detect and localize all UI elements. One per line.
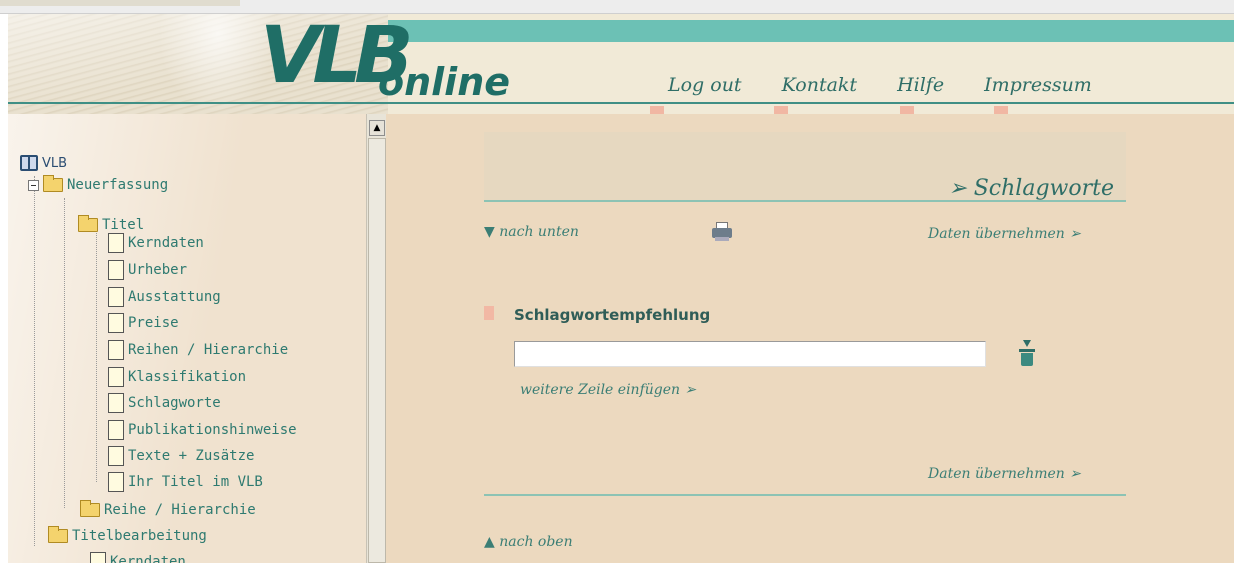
tree-item-label: Titelbearbeitung: [72, 528, 207, 544]
document-icon: [108, 287, 124, 307]
document-icon: [108, 340, 124, 360]
tree-item-klassifikation[interactable]: Klassifikation: [108, 366, 246, 388]
tree-item-label: Titel: [102, 217, 145, 233]
schlagwort-input[interactable]: [514, 341, 986, 367]
header: VLB online Log out Kontakt Hilfe Impress…: [8, 14, 1234, 114]
folder-icon: [80, 500, 100, 517]
top-tab: [0, 0, 240, 6]
document-icon: [108, 260, 124, 280]
printer-icon[interactable]: [710, 222, 734, 242]
tree-item-label: Kerndaten: [128, 235, 204, 251]
navigation-tree: VLB Neuerfassung Titel Kerndaten Urheber…: [8, 114, 366, 563]
nav-kontakt[interactable]: Kontakt: [782, 70, 857, 100]
tree-item-vlb[interactable]: VLB: [20, 152, 67, 174]
tree-item-label: Texte + Zusätze: [128, 448, 255, 464]
tree-item-label: Urheber: [128, 262, 188, 278]
scroll-up-arrow-icon[interactable]: ▲: [369, 120, 385, 136]
nav-marker: [774, 106, 788, 114]
daten-uebernehmen-bottom-link[interactable]: Daten übernehmen ➢: [928, 466, 1081, 482]
collapse-icon[interactable]: [28, 179, 39, 191]
tree-item-label: Ihr Titel im VLB: [128, 474, 263, 490]
tree-line: [34, 176, 35, 546]
section-header: ➢ Schlagworte: [484, 132, 1126, 202]
tree-item-label: Reihen / Hierarchie: [128, 342, 289, 358]
trash-arrow: [1023, 340, 1031, 347]
nach-oben-label: nach oben: [499, 534, 573, 550]
tree-item-label: Klassifikation: [128, 369, 247, 385]
trash-icon[interactable]: [1018, 340, 1036, 368]
arrow-up-icon: ▲: [484, 534, 495, 550]
tree-item-texte-zusaetze[interactable]: Texte + Zusätze: [108, 445, 254, 467]
folder-icon: [43, 175, 63, 192]
section-rule-top: [484, 200, 1126, 202]
tree-scrollbar[interactable]: ▲: [366, 114, 386, 563]
folder-icon: [48, 526, 68, 543]
tree-item-label: VLB: [42, 155, 68, 171]
tree-item-label: Reihe / Hierarchie: [104, 502, 256, 518]
document-icon: [108, 313, 124, 333]
folder-icon: [78, 215, 98, 232]
nav-marker: [994, 106, 1008, 114]
scroll-thumb[interactable]: [368, 138, 386, 563]
app-window: VLB online Log out Kontakt Hilfe Impress…: [0, 0, 1234, 563]
top-strip: [0, 0, 1234, 14]
tree-line: [64, 198, 65, 508]
tree-line: [96, 222, 97, 482]
tree-item-titelbearbeitung[interactable]: Titelbearbeitung: [48, 525, 207, 547]
tree-item-kerndaten-2[interactable]: Kerndaten: [90, 551, 186, 563]
document-icon: [108, 472, 124, 492]
tree-item-schlagworte[interactable]: Schlagworte: [108, 392, 221, 414]
tree-item-neuerfassung[interactable]: Neuerfassung: [28, 174, 168, 196]
field-marker: [484, 306, 494, 320]
tree-item-label: Kerndaten: [110, 554, 186, 563]
tree-item-label: Publikationshinweise: [128, 422, 297, 438]
book-icon: [20, 155, 38, 171]
tree-item-preise[interactable]: Preise: [108, 312, 179, 334]
nav-impressum[interactable]: Impressum: [984, 70, 1092, 100]
vlb-online-logo[interactable]: VLB online: [260, 16, 530, 112]
main-content: ➢ Schlagworte ▼ nach unten Daten überneh…: [386, 114, 1234, 563]
tree-item-publikationshinweise[interactable]: Publikationshinweise: [108, 419, 297, 441]
tree-item-reihen-hierarchie[interactable]: Reihen / Hierarchie: [108, 339, 288, 361]
tree-item-label: Ausstattung: [128, 289, 221, 305]
nav-marker: [650, 106, 664, 114]
trash-bin: [1021, 353, 1033, 366]
weitere-zeile-link[interactable]: weitere Zeile einfügen ➢: [520, 382, 696, 398]
printer-tray: [715, 237, 729, 241]
tree-item-ausstattung[interactable]: Ausstattung: [108, 286, 221, 308]
section-rule-bottom: [484, 494, 1126, 496]
trash-lid: [1019, 349, 1035, 352]
logo-online-text: online: [378, 60, 511, 104]
tree-item-ihr-titel-im-vlb[interactable]: Ihr Titel im VLB: [108, 471, 263, 493]
daten-uebernehmen-top-link[interactable]: Daten übernehmen ➢: [928, 226, 1081, 242]
nach-unten-label: nach unten: [499, 224, 579, 240]
tree-item-reihe-hierarchie[interactable]: Reihe / Hierarchie: [80, 499, 256, 521]
document-icon: [90, 552, 106, 563]
top-nav: Log out Kontakt Hilfe Impressum: [668, 70, 1132, 100]
document-icon: [108, 393, 124, 413]
nav-marker: [900, 106, 914, 114]
tree-item-label: Neuerfassung: [67, 177, 169, 193]
schlagwortempfehlung-label: Schlagwortempfehlung: [514, 306, 711, 324]
tree-item-urheber[interactable]: Urheber: [108, 259, 187, 281]
nach-oben-link[interactable]: ▲ nach oben: [484, 534, 573, 550]
header-rule: [8, 102, 1234, 104]
tree-item-kerndaten[interactable]: Kerndaten: [108, 232, 204, 254]
document-icon: [108, 446, 124, 466]
document-icon: [108, 367, 124, 387]
nach-unten-link[interactable]: ▼ nach unten: [484, 224, 579, 240]
nav-hilfe[interactable]: Hilfe: [897, 70, 944, 100]
document-icon: [108, 420, 124, 440]
tree-item-label: Schlagworte: [128, 395, 221, 411]
section-title: ➢ Schlagworte: [948, 176, 1114, 201]
document-icon: [108, 233, 124, 253]
tree-item-label: Preise: [128, 315, 179, 331]
arrow-down-icon: ▼: [484, 224, 495, 240]
nav-logout[interactable]: Log out: [668, 70, 742, 100]
